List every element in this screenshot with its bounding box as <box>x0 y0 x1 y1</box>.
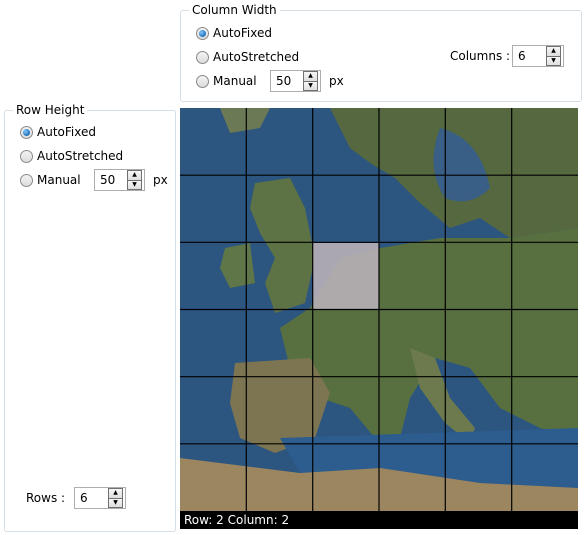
spin-down-icon[interactable]: ▼ <box>303 81 318 91</box>
radio-label: AutoStretched <box>37 149 124 163</box>
spinner-value[interactable]: 50 <box>95 173 127 187</box>
radio-unchecked-icon <box>20 173 33 187</box>
spin-up-icon[interactable]: ▲ <box>108 488 123 499</box>
row-height-manual-spinner[interactable]: 50 ▲ ▼ <box>94 169 145 191</box>
spin-down-icon[interactable]: ▼ <box>127 180 142 190</box>
row-height-autostretched-radio[interactable]: AutoStretched <box>20 147 123 165</box>
spin-down-icon[interactable]: ▼ <box>546 56 561 66</box>
radio-unchecked-icon <box>196 74 209 88</box>
radio-checked-icon <box>196 26 209 40</box>
spin-up-icon[interactable]: ▲ <box>127 170 142 181</box>
spinner-value[interactable]: 6 <box>75 491 108 505</box>
status-row-value: 2 <box>216 513 224 527</box>
column-width-autofixed-radio[interactable]: AutoFixed <box>196 24 272 42</box>
radio-label: Manual <box>213 74 257 88</box>
spin-down-icon[interactable]: ▼ <box>108 498 123 508</box>
spinner-value[interactable]: 6 <box>513 49 546 63</box>
radio-label: AutoFixed <box>213 26 272 40</box>
rows-spinner[interactable]: 6 ▲ ▼ <box>74 487 126 509</box>
spin-up-icon[interactable]: ▲ <box>303 71 318 82</box>
status-row-label: Row: <box>184 513 213 527</box>
column-width-unit-label: px <box>329 74 344 88</box>
radio-label: Manual <box>37 173 81 187</box>
column-width-autostretched-radio[interactable]: AutoStretched <box>196 48 299 66</box>
status-column-label: Column: <box>227 513 278 527</box>
rows-label: Rows : <box>26 491 66 505</box>
column-width-manual-radio[interactable]: Manual <box>196 72 257 90</box>
status-bar: Row: 2 Column: 2 <box>180 511 578 529</box>
status-column-value: 2 <box>281 513 290 527</box>
selected-tile <box>313 243 379 310</box>
radio-unchecked-icon <box>196 50 209 64</box>
radio-label: AutoFixed <box>37 125 96 139</box>
spin-up-icon[interactable]: ▲ <box>546 46 561 57</box>
row-height-legend: Row Height <box>13 103 88 117</box>
satellite-map-image[interactable] <box>180 108 578 511</box>
row-height-unit-label: px <box>153 173 168 187</box>
row-height-autofixed-radio[interactable]: AutoFixed <box>20 123 96 141</box>
spinner-value[interactable]: 50 <box>271 74 303 88</box>
radio-label: AutoStretched <box>213 50 300 64</box>
column-width-manual-spinner[interactable]: 50 ▲ ▼ <box>270 70 321 92</box>
radio-unchecked-icon <box>20 149 33 163</box>
row-height-manual-radio[interactable]: Manual <box>20 171 81 189</box>
radio-checked-icon <box>20 125 33 139</box>
columns-spinner[interactable]: 6 ▲ ▼ <box>512 45 564 67</box>
map-tile-grid[interactable] <box>180 108 578 511</box>
column-width-legend: Column Width <box>189 3 280 17</box>
columns-label: Columns : <box>450 49 511 63</box>
